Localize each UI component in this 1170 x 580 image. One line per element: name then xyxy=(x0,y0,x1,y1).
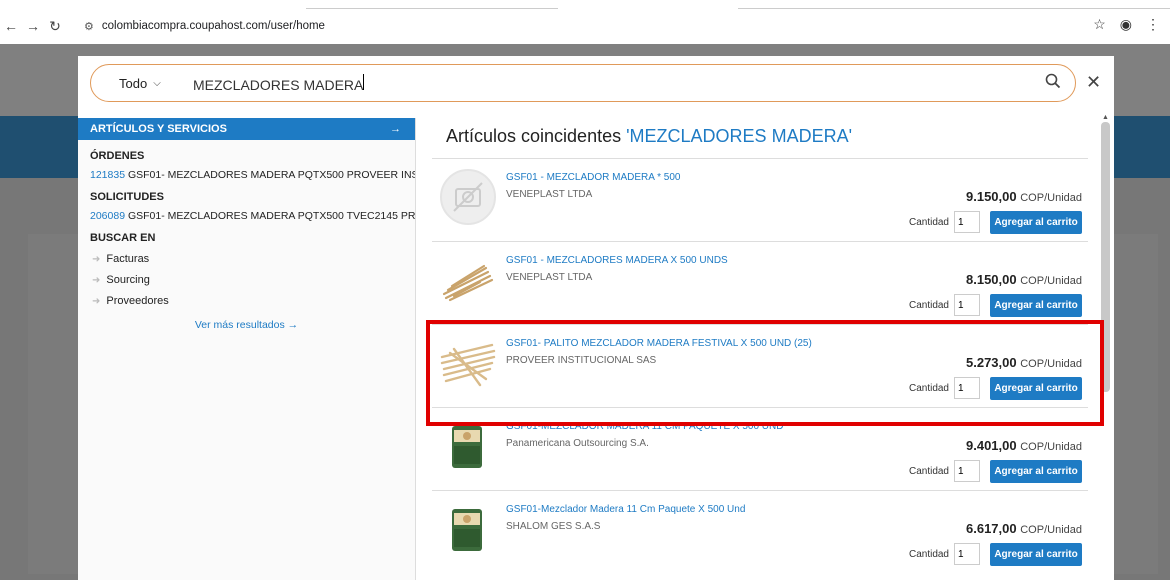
quantity-input[interactable] xyxy=(954,211,980,233)
price-unit: COP/Unidad xyxy=(1020,275,1082,287)
quantity-label: Cantidad xyxy=(908,465,949,477)
profile-icon[interactable]: ◉ xyxy=(1120,16,1132,33)
order-text: GSF01- MEZCLADORES MADERA PQTX500 PROVEE… xyxy=(127,169,415,181)
quantity-field: Cantidad xyxy=(909,460,980,482)
item-price: 9.150,00 COP/Unidad xyxy=(966,189,1082,204)
item-supplier: VENEPLAST LTDA xyxy=(506,189,593,200)
item-name[interactable]: GSF01 - MEZCLADOR MADERA * 500 xyxy=(506,172,681,183)
close-icon[interactable]: ✕ xyxy=(1086,72,1101,93)
quantity-field: Cantidad xyxy=(909,211,980,233)
reload-icon[interactable]: ↻ xyxy=(44,18,66,35)
search-bar: Todo ⌵ MEZCLADORES MADERA xyxy=(90,64,1076,102)
forward-icon[interactable]: → xyxy=(22,18,44,34)
articles-services-label: ARTÍCULOS Y SERVICIOS xyxy=(90,123,227,135)
arrow-right-icon: → xyxy=(390,123,401,135)
result-item: GSF01 - MEZCLADOR MADERA * 500 VENEPLAST… xyxy=(432,158,1088,241)
search-in-label: Sourcing xyxy=(106,274,150,286)
add-to-cart-button[interactable]: Agregar al carrito xyxy=(990,460,1082,483)
no-image-icon xyxy=(440,169,496,225)
search-category-dropdown[interactable]: Todo ⌵ xyxy=(91,76,181,91)
add-to-cart-button[interactable]: Agregar al carrito xyxy=(990,543,1082,566)
search-in-title: BUSCAR EN xyxy=(90,232,156,244)
articles-services-header[interactable]: ARTÍCULOS Y SERVICIOS → xyxy=(78,118,415,140)
tab-strip-line xyxy=(306,8,558,9)
price-value: 6.617,00 xyxy=(966,521,1017,536)
quantity-field: Cantidad xyxy=(909,294,980,316)
result-item: GSF01 - MEZCLADORES MADERA X 500 UNDS VE… xyxy=(432,241,1088,324)
browser-toolbar: ← → ↻ ⚙ colombiacompra.coupahost.com/use… xyxy=(0,12,1170,40)
request-id[interactable]: 206089 xyxy=(90,210,125,222)
site-info-icon[interactable]: ⚙ xyxy=(84,20,94,33)
price-value: 8.150,00 xyxy=(966,272,1017,287)
wooden-sticks-image xyxy=(440,252,496,308)
item-price: 8.150,00 COP/Unidad xyxy=(966,272,1082,287)
search-input[interactable]: MEZCLADORES MADERA xyxy=(193,73,1013,93)
item-price: 9.401,00 COP/Unidad xyxy=(966,438,1082,453)
arrow-icon: ➜ xyxy=(92,295,101,307)
menu-icon[interactable]: ⋮ xyxy=(1146,16,1160,33)
search-category-label: Todo xyxy=(119,75,148,91)
back-icon[interactable]: ← xyxy=(0,18,22,34)
package-image xyxy=(440,501,496,557)
arrow-icon: ➜ xyxy=(92,274,101,286)
search-sidebar: ARTÍCULOS Y SERVICIOS → ÓRDENES 121835 G… xyxy=(78,118,416,580)
quantity-input[interactable] xyxy=(954,543,980,565)
order-result[interactable]: 121835 GSF01- MEZCLADORES MADERA PQTX500… xyxy=(78,169,415,181)
quantity-label: Cantidad xyxy=(908,548,949,560)
package-image xyxy=(440,418,496,474)
quantity-label: Cantidad xyxy=(908,299,949,311)
price-unit: COP/Unidad xyxy=(1020,192,1082,204)
more-results-link[interactable]: Ver más resultados → xyxy=(78,319,415,331)
search-in-suppliers[interactable]: ➜ Proveedores xyxy=(78,295,415,307)
price-value: 9.150,00 xyxy=(966,189,1017,204)
quantity-input[interactable] xyxy=(954,294,980,316)
quantity-input[interactable] xyxy=(954,460,980,482)
search-in-invoices[interactable]: ➜ Facturas xyxy=(78,253,415,265)
results-title: Artículos coincidentes 'MEZCLADORES MADE… xyxy=(446,126,852,147)
item-name[interactable]: GSF01 - MEZCLADORES MADERA X 500 UNDS xyxy=(506,255,728,266)
price-value: 9.401,00 xyxy=(966,438,1017,453)
result-item: GSF01-Mezclador Madera 11 Cm Paquete X 5… xyxy=(432,490,1088,573)
bookmark-star-icon[interactable]: ☆ xyxy=(1093,16,1106,33)
quantity-field: Cantidad xyxy=(909,543,980,565)
request-result[interactable]: 206089 GSF01- MEZCLADORES MADERA PQTX500… xyxy=(78,210,415,222)
text-caret xyxy=(363,73,365,90)
results-query: 'MEZCLADORES MADERA' xyxy=(626,126,853,146)
add-to-cart-button[interactable]: Agregar al carrito xyxy=(990,211,1082,234)
item-supplier: Panamericana Outsourcing S.A. xyxy=(506,438,649,449)
search-in-sourcing[interactable]: ➜ Sourcing xyxy=(78,274,415,286)
search-in-label: Proveedores xyxy=(106,295,169,307)
item-supplier: SHALOM GES S.A.S xyxy=(506,521,601,532)
address-bar[interactable]: ⚙ colombiacompra.coupahost.com/user/home xyxy=(74,15,1074,37)
results-title-text: Artículos coincidentes xyxy=(446,126,622,146)
item-price: 6.617,00 COP/Unidad xyxy=(966,521,1082,536)
arrow-icon: ➜ xyxy=(92,253,101,265)
add-to-cart-button[interactable]: Agregar al carrito xyxy=(990,294,1082,317)
quantity-label: Cantidad xyxy=(908,216,949,228)
search-query-text: MEZCLADORES MADERA xyxy=(193,76,364,93)
item-name[interactable]: GSF01-Mezclador Madera 11 Cm Paquete X 5… xyxy=(506,504,745,515)
search-in-label: Facturas xyxy=(106,253,150,265)
tab-strip-line xyxy=(738,8,1170,9)
url-text: colombiacompra.coupahost.com/user/home xyxy=(101,20,325,32)
scroll-up-icon[interactable]: ▲ xyxy=(1102,114,1109,121)
highlight-box xyxy=(426,320,1104,426)
item-supplier: VENEPLAST LTDA xyxy=(506,272,593,283)
requests-section-title: SOLICITUDES xyxy=(90,191,164,203)
request-text: GSF01- MEZCLADORES MADERA PQTX500 TVEC21… xyxy=(127,210,415,222)
orders-section-title: ÓRDENES xyxy=(90,150,145,162)
search-icon[interactable] xyxy=(1045,73,1061,94)
chevron-down-icon: ⌵ xyxy=(153,77,161,89)
price-unit: COP/Unidad xyxy=(1020,524,1082,536)
price-unit: COP/Unidad xyxy=(1020,441,1082,453)
search-modal: Todo ⌵ MEZCLADORES MADERA ✕ ARTÍCULOS Y … xyxy=(78,56,1114,580)
order-id[interactable]: 121835 xyxy=(90,169,125,181)
